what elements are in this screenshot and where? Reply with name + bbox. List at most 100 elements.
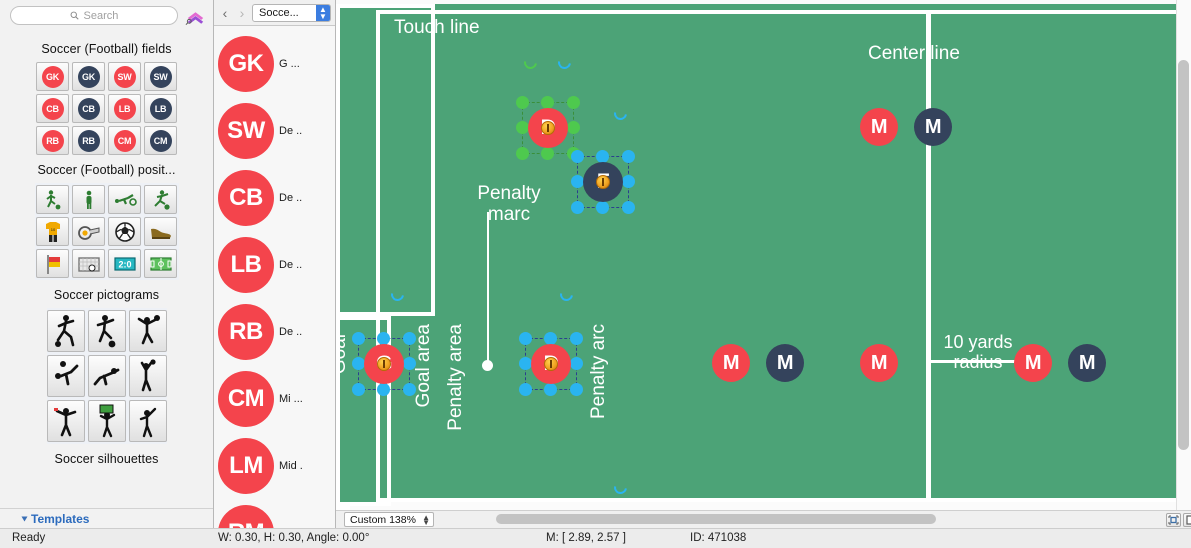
- stencil-cell[interactable]: [72, 185, 105, 214]
- resize-handle[interactable]: [570, 357, 583, 370]
- resize-handle[interactable]: [352, 332, 365, 345]
- stencil-cell[interactable]: RB: [36, 126, 69, 155]
- rotate-handle-icon[interactable]: [611, 478, 630, 497]
- player-m-mid-red-1[interactable]: M: [712, 344, 750, 382]
- stencil-cell[interactable]: 10: [36, 217, 69, 246]
- stencil-cell[interactable]: CB: [72, 94, 105, 123]
- player-m-mid-navy-2[interactable]: M: [1068, 344, 1106, 382]
- stencil-cell[interactable]: [87, 310, 126, 352]
- rotate-handle-icon[interactable]: [521, 53, 540, 72]
- stencil-cell[interactable]: [36, 185, 69, 214]
- resize-handle[interactable]: [567, 96, 580, 109]
- stencil-cell[interactable]: SW: [144, 62, 177, 91]
- stepper-arrows-icon[interactable]: ▲ ▼: [316, 4, 330, 21]
- resize-handle[interactable]: [352, 383, 365, 396]
- soccer-field[interactable]: Touch line Center line Penalty marc Pena…: [336, 4, 1176, 528]
- triangle-expander-icon[interactable]: [21, 516, 28, 521]
- search-input[interactable]: Search: [10, 6, 178, 25]
- stencil-cell[interactable]: SW: [108, 62, 141, 91]
- player-m-mid-red-2[interactable]: M: [1014, 344, 1052, 382]
- stencil-cell[interactable]: 2:0: [108, 249, 141, 278]
- silhouette-referee-icon: [139, 407, 156, 438]
- player-d2-selected-blue[interactable]: D: [531, 344, 571, 384]
- resize-handle[interactable]: [571, 150, 584, 163]
- list-item[interactable]: CM Mi ...: [214, 365, 335, 432]
- resize-handle[interactable]: [622, 175, 635, 188]
- stencil-cell[interactable]: [87, 400, 126, 442]
- stencil-cell[interactable]: [46, 355, 85, 397]
- player-m-top-red[interactable]: M: [860, 108, 898, 146]
- resize-handle[interactable]: [377, 383, 390, 396]
- vertical-scrollbar[interactable]: [1176, 0, 1191, 510]
- stencil-cell[interactable]: [128, 400, 167, 442]
- stencil-cell[interactable]: CM: [144, 126, 177, 155]
- player-d-selected-green[interactable]: D: [528, 108, 568, 148]
- resize-handle[interactable]: [622, 150, 635, 163]
- resize-handle[interactable]: [570, 383, 583, 396]
- player-f-selected-blue[interactable]: F: [583, 162, 623, 202]
- player-m-center-red[interactable]: M: [860, 344, 898, 382]
- stencil-shape-badge: RM: [218, 504, 274, 528]
- stencil-cell[interactable]: [108, 217, 141, 246]
- stencil-cell[interactable]: [87, 355, 126, 397]
- nav-forward-button[interactable]: ›: [235, 6, 249, 20]
- stepper-arrows-icon[interactable]: ▲ ▼: [422, 513, 430, 526]
- stencil-cell[interactable]: [128, 355, 167, 397]
- stencil-cell[interactable]: CB: [36, 94, 69, 123]
- fit-to-page-button[interactable]: [1166, 513, 1181, 527]
- nav-back-button[interactable]: ‹: [218, 6, 232, 20]
- player-m-top-navy[interactable]: M: [914, 108, 952, 146]
- stencil-cell[interactable]: LB: [144, 94, 177, 123]
- stencil-cell[interactable]: LB: [108, 94, 141, 123]
- stencil-cell[interactable]: [128, 310, 167, 352]
- templates-section-header[interactable]: Templates: [0, 508, 213, 528]
- list-item[interactable]: GK G ...: [214, 30, 335, 97]
- list-item[interactable]: LB De ..: [214, 231, 335, 298]
- resize-handle[interactable]: [622, 201, 635, 214]
- resize-handle[interactable]: [519, 332, 532, 345]
- rotate-handle-icon[interactable]: [611, 104, 630, 123]
- stencil-cell[interactable]: [144, 185, 177, 214]
- list-item[interactable]: RM: [214, 499, 335, 528]
- page-view-button[interactable]: [1183, 513, 1191, 527]
- drawing-canvas[interactable]: Touch line Center line Penalty marc Pena…: [336, 0, 1191, 528]
- vertical-scrollbar-thumb[interactable]: [1178, 60, 1189, 450]
- list-item[interactable]: LM Mid .: [214, 432, 335, 499]
- stencil-cell[interactable]: GK: [72, 62, 105, 91]
- list-item[interactable]: CB De ..: [214, 164, 335, 231]
- player-m-mid-navy-1[interactable]: M: [766, 344, 804, 382]
- list-item[interactable]: RB De ..: [214, 298, 335, 365]
- resize-handle[interactable]: [403, 383, 416, 396]
- player-g-selected-blue[interactable]: G: [364, 344, 404, 384]
- stencil-cell[interactable]: [144, 217, 177, 246]
- resize-handle[interactable]: [516, 147, 529, 160]
- list-item[interactable]: SW De ..: [214, 97, 335, 164]
- stencil-cell[interactable]: [46, 400, 85, 442]
- stencil-cell[interactable]: RB: [72, 126, 105, 155]
- resize-handle[interactable]: [567, 121, 580, 134]
- whistle-icon: [77, 225, 99, 240]
- stencil-cell[interactable]: GK: [36, 62, 69, 91]
- document-select[interactable]: Socce... ▲ ▼: [252, 3, 331, 22]
- stencil-cell[interactable]: CM: [108, 126, 141, 155]
- resize-handle[interactable]: [516, 96, 529, 109]
- stencil-cell[interactable]: [36, 249, 69, 278]
- resize-handle[interactable]: [571, 201, 584, 214]
- resize-handle[interactable]: [541, 147, 554, 160]
- stencil-cell[interactable]: [72, 249, 105, 278]
- resize-handle[interactable]: [403, 357, 416, 370]
- resize-handle[interactable]: [544, 383, 557, 396]
- stencil-cell[interactable]: [72, 217, 105, 246]
- resize-handle[interactable]: [570, 332, 583, 345]
- zoom-level-select[interactable]: Custom 138% ▲ ▼: [344, 512, 434, 527]
- stencil-cell[interactable]: [108, 185, 141, 214]
- rotate-handle-icon[interactable]: [557, 285, 576, 304]
- shape-library-icon[interactable]: [184, 7, 205, 27]
- resize-handle[interactable]: [596, 201, 609, 214]
- resize-handle[interactable]: [519, 383, 532, 396]
- horizontal-scrollbar-thumb[interactable]: [496, 514, 936, 524]
- rotate-handle-icon[interactable]: [555, 53, 574, 72]
- resize-handle[interactable]: [403, 332, 416, 345]
- stencil-cell[interactable]: [144, 249, 177, 278]
- stencil-cell[interactable]: [46, 310, 85, 352]
